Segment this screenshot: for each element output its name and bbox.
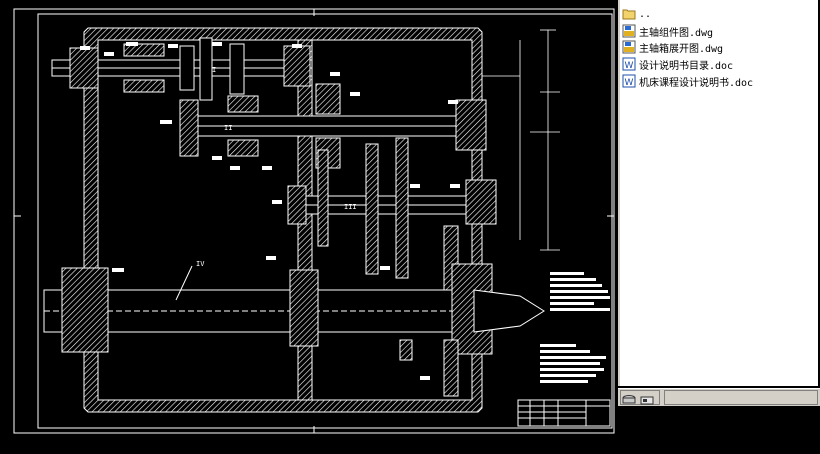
dwg-file-icon: [622, 40, 636, 54]
file-name: ..: [639, 8, 652, 20]
file-name: 主轴箱展开图.dwg: [639, 43, 724, 55]
folder-icon: [622, 9, 636, 20]
shaft-iii-label: III: [344, 203, 357, 211]
file-list[interactable]: .. 主轴组件图.dwg 主轴箱展开图.dwg W 设计说明书目录.doc W …: [618, 0, 818, 386]
dwg-file-icon: [622, 24, 636, 38]
file-name: 主轴组件图.dwg: [639, 27, 714, 39]
cad-drawing-canvas[interactable]: I II III IV: [0, 0, 618, 454]
status-text: [664, 390, 818, 405]
file-name: 机床课程设计说明书.doc: [639, 77, 754, 89]
file-item-parent-folder[interactable]: ..: [622, 6, 651, 22]
status-bar: [618, 388, 820, 406]
gearbox-assembly-drawing: I II III IV: [13, 8, 615, 434]
svg-text:W: W: [625, 61, 634, 71]
file-name: 设计说明书目录.doc: [639, 60, 734, 72]
shaft-i-label: I: [212, 66, 216, 74]
file-explorer-panel: .. 主轴组件图.dwg 主轴箱展开图.dwg W 设计说明书目录.doc W …: [618, 0, 820, 454]
spindle-label: IV: [196, 260, 205, 268]
technical-notes: [540, 272, 610, 383]
status-drive-segment: [620, 390, 660, 405]
svg-text:W: W: [625, 78, 634, 88]
file-item-spindle-box-dwg[interactable]: 主轴箱展开图.dwg: [622, 39, 723, 55]
file-item-spindle-assembly-dwg[interactable]: 主轴组件图.dwg: [622, 23, 713, 39]
title-block: [517, 399, 611, 427]
drive-icon: [622, 395, 654, 405]
file-item-course-design-doc[interactable]: W 机床课程设计说明书.doc: [622, 73, 753, 89]
word-doc-icon: W: [622, 57, 636, 71]
file-item-manual-contents-doc[interactable]: W 设计说明书目录.doc: [622, 56, 733, 72]
shaft-ii-label: II: [224, 124, 232, 132]
word-doc-icon: W: [622, 74, 636, 88]
